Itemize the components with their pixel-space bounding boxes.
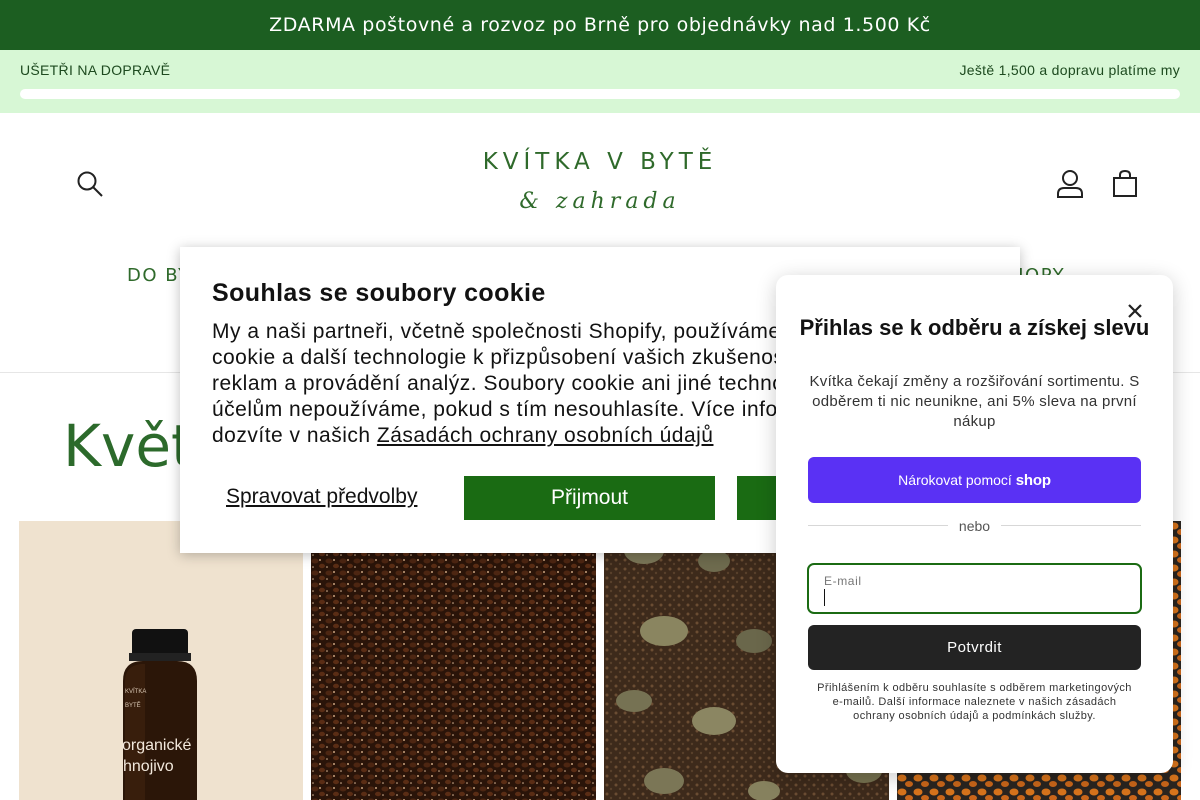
fertilizer-jar-image: KVÍTKA BYTĚ organické hnojivo xyxy=(19,521,303,800)
jar-brand-sub: BYTĚ xyxy=(125,701,141,709)
cookie-text-line: účelům nepoužíváme, pokud s tím nesouhla… xyxy=(212,398,863,421)
cookie-text-line: My a naši partneři, včetně společnosti S… xyxy=(212,320,866,343)
cookie-title: Souhlas se soubory cookie xyxy=(212,279,546,307)
cart-button[interactable] xyxy=(1105,164,1145,204)
shop-button-label: Nárokovat pomocí xyxy=(898,472,1012,488)
product-card[interactable] xyxy=(311,521,596,800)
dark-seeds-image xyxy=(311,521,596,800)
announcement-text: ZDARMA poštovné a rozvoz po Brně pro obj… xyxy=(269,14,931,36)
privacy-policy-link[interactable]: Zásadách ochrany osobních údajů xyxy=(377,424,714,447)
collection-title: Květ xyxy=(63,412,194,480)
jar-label-2: hnojivo xyxy=(123,758,174,775)
legal-disclaimer: Přihlášením k odběru souhlasíte s odběre… xyxy=(817,682,1132,722)
search-button[interactable] xyxy=(70,164,110,204)
shipping-remaining-label: Ještě 1,500 a dopravu platíme my xyxy=(959,62,1180,78)
logo-line-2: & zahrada xyxy=(519,189,681,214)
user-icon xyxy=(1057,170,1083,198)
email-label: E-mail xyxy=(824,574,862,588)
shop-pay-claim-button[interactable]: Nárokovat pomocí shop xyxy=(808,457,1141,503)
or-separator: nebo xyxy=(948,518,1001,534)
newsletter-description: Kvítka čekají změny a rozšiřování sortim… xyxy=(809,373,1140,430)
cookie-text-line: dozvíte v našich xyxy=(212,424,377,447)
shop-logo: shop xyxy=(1015,471,1051,489)
jar-label-1: organické xyxy=(122,737,191,754)
product-card[interactable]: KVÍTKA BYTĚ organické hnojivo xyxy=(19,521,303,800)
shipping-progress-track xyxy=(20,89,1180,99)
accept-cookies-button[interactable]: Přijmout xyxy=(464,476,715,520)
jar-brand: KVÍTKA xyxy=(125,688,146,695)
account-button[interactable] xyxy=(1050,164,1090,204)
site-logo[interactable]: KVÍTKA V BYTĚ & zahrada xyxy=(470,149,730,214)
shipping-progress-bar: UŠETŘI NA DOPRAVĚ Ještě 1,500 a dopravu … xyxy=(0,50,1200,113)
newsletter-title: Přihlas se k odběru a získej slevu xyxy=(799,315,1150,340)
newsletter-popup: Přihlas se k odběru a získej slevu Kvítk… xyxy=(776,275,1173,773)
email-field[interactable]: E-mail xyxy=(807,563,1142,614)
announcement-bar: ZDARMA poštovné a rozvoz po Brně pro obj… xyxy=(0,0,1200,50)
logo-line-1: KVÍTKA V BYTĚ xyxy=(482,149,718,175)
text-caret xyxy=(824,589,825,606)
search-icon xyxy=(77,171,103,197)
manage-preferences-link[interactable]: Spravovat předvolby xyxy=(226,485,417,509)
cart-icon xyxy=(1113,169,1137,197)
submit-button[interactable]: Potvrdit xyxy=(808,625,1141,670)
shipping-savings-label: UŠETŘI NA DOPRAVĚ xyxy=(20,62,171,78)
